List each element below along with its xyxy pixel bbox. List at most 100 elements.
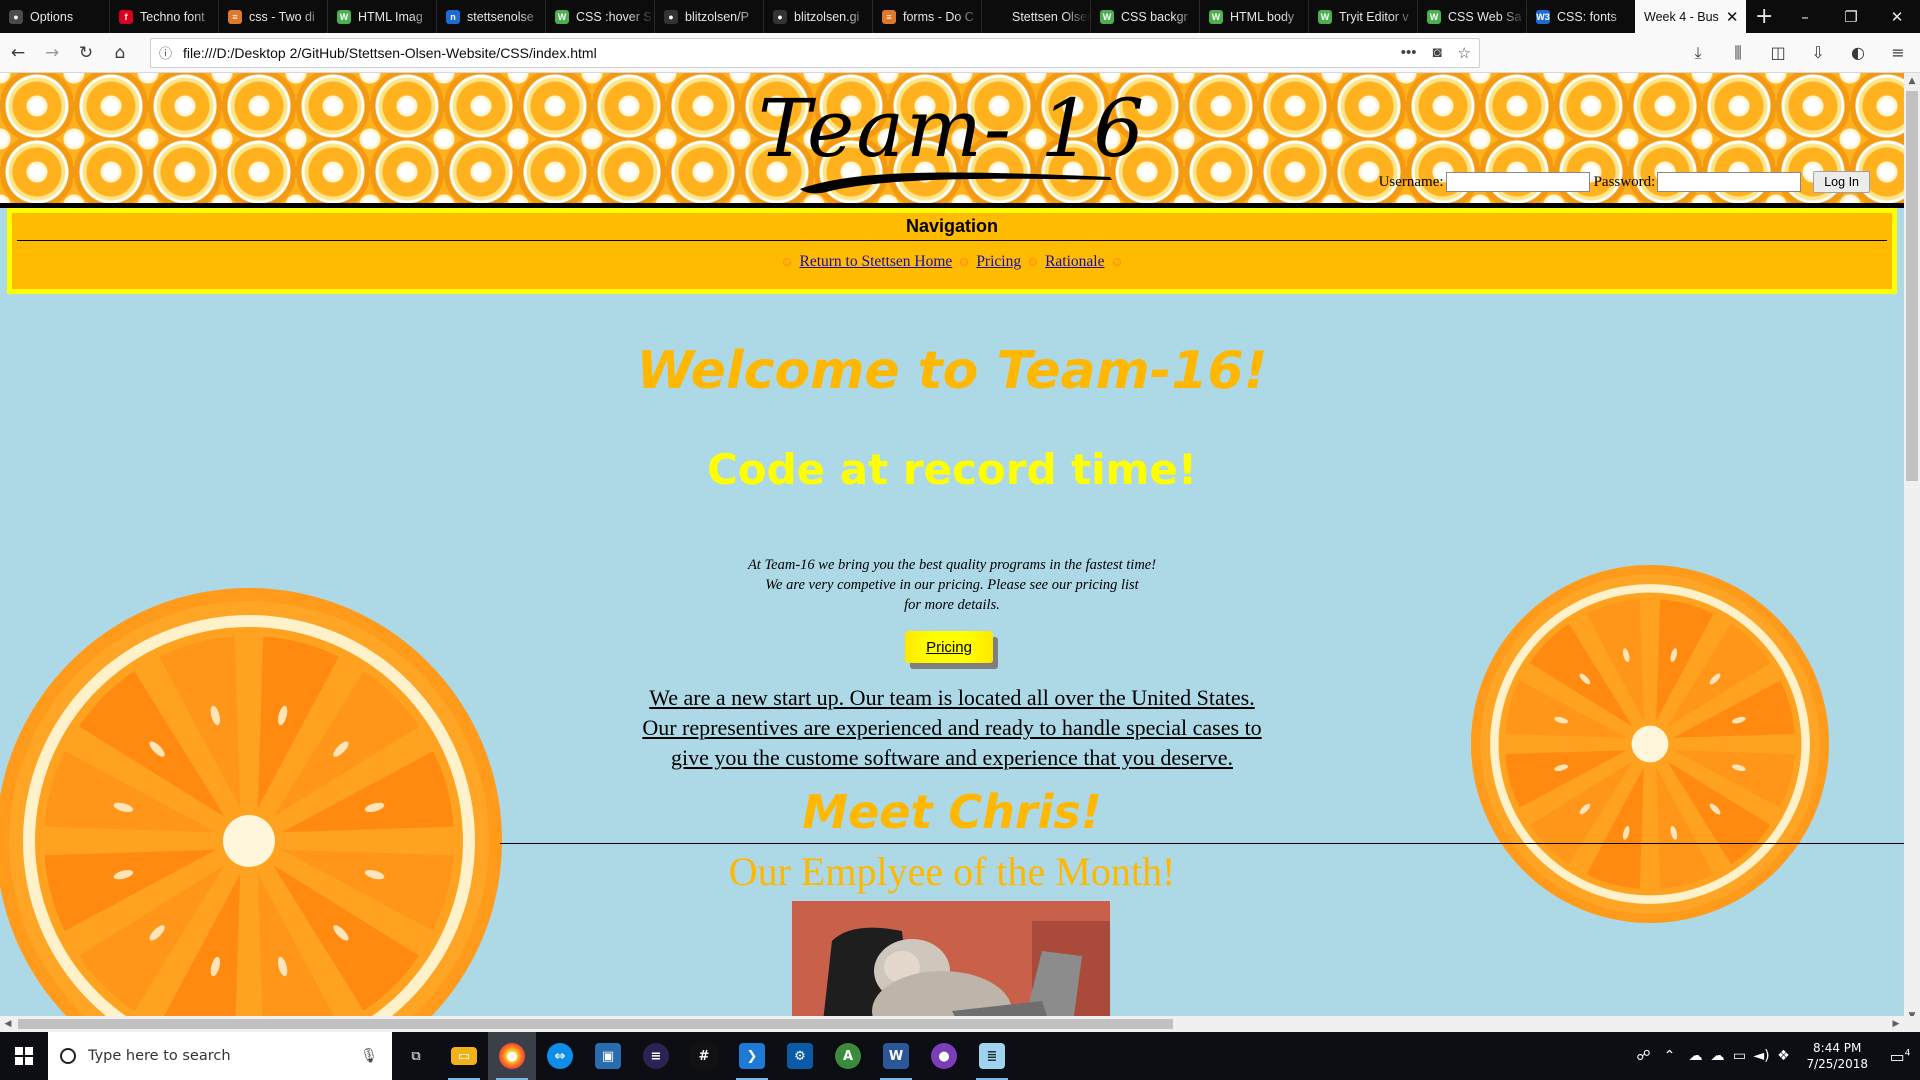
- tray-expand-icon[interactable]: ⌃: [1654, 1048, 1684, 1064]
- browser-tab[interactable]: ≡ css - Two di: [218, 0, 327, 33]
- action-center-icon[interactable]: ▭4: [1880, 1047, 1920, 1066]
- tab-favicon-icon: ●: [773, 9, 787, 24]
- browser-tab[interactable]: n stettsenolse: [436, 0, 545, 33]
- microphone-icon[interactable]: 🎙: [360, 1048, 378, 1064]
- horizontal-scrollbar[interactable]: ◀ ▶: [0, 1016, 1904, 1032]
- meet-heading: Meet Chris!: [802, 785, 1102, 839]
- browser-tab[interactable]: W HTML body: [1199, 0, 1308, 33]
- dropbox-icon[interactable]: ❖: [1772, 1048, 1794, 1064]
- url-text[interactable]: file:///D:/Desktop 2/GitHub/Stettsen-Ols…: [183, 45, 1401, 61]
- windows-start-icon[interactable]: [0, 1032, 48, 1080]
- address-bar[interactable]: ⓘ file:///D:/Desktop 2/GitHub/Stettsen-O…: [150, 37, 1480, 68]
- username-input[interactable]: [1445, 172, 1590, 192]
- browser-tab[interactable]: Stettsen Olsen -: [981, 0, 1090, 33]
- scroll-right-icon[interactable]: ▶: [1888, 1016, 1904, 1032]
- volume-icon[interactable]: ◄): [1750, 1048, 1772, 1064]
- vscode-icon[interactable]: ❯: [728, 1032, 776, 1080]
- menu-icon[interactable]: ≡: [1882, 37, 1914, 69]
- back-arrow-icon[interactable]: ←: [2, 37, 34, 69]
- bookmark-star-icon[interactable]: ☆: [1458, 44, 1471, 62]
- pocket-icon[interactable]: ◙: [1432, 44, 1441, 62]
- settings-app-icon[interactable]: ⚙: [776, 1032, 824, 1080]
- vertical-scrollbar[interactable]: ▲ ▼: [1904, 73, 1920, 1024]
- welcome-heading: Welcome to Team-16!: [636, 341, 1268, 401]
- browser-tab-strip: ● Options f Techno font ≡ css - Two di W HTML I…: [0, 0, 1920, 33]
- nav-link-pricing[interactable]: Pricing: [976, 253, 1021, 271]
- tab-label: CSS: fonts: [1557, 9, 1617, 24]
- browser-tab[interactable]: f Techno font: [109, 0, 218, 33]
- username-label: Username:: [1378, 173, 1444, 190]
- minimize-icon[interactable]: –: [1782, 0, 1828, 33]
- info-icon[interactable]: ⓘ: [159, 43, 183, 62]
- browser-tab[interactable]: ● Options: [0, 0, 109, 33]
- page-actions-icon[interactable]: •••: [1401, 44, 1417, 62]
- browser-tab[interactable]: ● blitzolsen.gi: [763, 0, 872, 33]
- media-app-icon[interactable]: ●: [920, 1032, 968, 1080]
- intro-line: We are very competive in our pricing. Pl…: [765, 577, 1139, 593]
- downloads-icon[interactable]: ⤓: [1682, 37, 1714, 69]
- android-studio-icon[interactable]: A: [824, 1032, 872, 1080]
- reload-icon[interactable]: ↻: [70, 37, 102, 69]
- browser-tab[interactable]: W CSS backgr: [1090, 0, 1199, 33]
- tab-favicon-icon: n: [446, 9, 460, 24]
- pricing-button[interactable]: Pricing: [905, 631, 993, 663]
- taskbar-clock[interactable]: 8:44 PM 7/25/2018: [1806, 1040, 1868, 1072]
- nav-link-rationale[interactable]: Rationale: [1045, 253, 1104, 271]
- scroll-up-icon[interactable]: ▲: [1904, 73, 1920, 89]
- login-form: Username: Password: Log In: [1379, 171, 1870, 193]
- library-icon[interactable]: ⫼: [1722, 37, 1754, 69]
- file-explorer-icon[interactable]: ▭: [440, 1032, 488, 1080]
- horizontal-scroll-thumb[interactable]: [18, 1019, 1173, 1029]
- slack-icon[interactable]: #: [680, 1032, 728, 1080]
- search-placeholder: Type here to search: [88, 1048, 231, 1064]
- close-window-icon[interactable]: ✕: [1874, 0, 1920, 33]
- login-button[interactable]: Log In: [1813, 171, 1870, 193]
- browser-tab[interactable]: W CSS Web Sa: [1417, 0, 1526, 33]
- word-icon[interactable]: W: [872, 1032, 920, 1080]
- windows-taskbar: Type here to search 🎙 ⧉ ▭ ● ⇔ ▣ ≡ # ❯ ⚙ …: [0, 1032, 1920, 1080]
- virtualbox-icon[interactable]: ▣: [584, 1032, 632, 1080]
- new-tab-button[interactable]: +: [1746, 0, 1782, 33]
- about-line: give you the custome software and experi…: [670, 745, 1233, 770]
- cloud-icon[interactable]: ☁: [1706, 1048, 1728, 1064]
- tab-favicon-icon: W: [1100, 9, 1114, 24]
- sidebar-icon[interactable]: ◫: [1762, 37, 1794, 69]
- eclipse-icon[interactable]: ≡: [632, 1032, 680, 1080]
- tab-favicon-icon: f: [119, 9, 133, 24]
- download-arrow-icon[interactable]: ⇩: [1802, 37, 1834, 69]
- taskbar-search-box[interactable]: Type here to search 🎙: [48, 1032, 392, 1080]
- browser-tab[interactable]: W HTML Imag: [327, 0, 436, 33]
- tab-favicon-icon: W3: [1536, 9, 1550, 24]
- notepad-icon[interactable]: ≣: [968, 1032, 1016, 1080]
- onedrive-icon[interactable]: ☁: [1684, 1048, 1706, 1064]
- teamviewer-icon[interactable]: ⇔: [536, 1032, 584, 1080]
- home-icon[interactable]: ⌂: [104, 37, 136, 69]
- tab-favicon-icon: ●: [664, 9, 678, 24]
- nav-link-home[interactable]: Return to Stettsen Home: [799, 253, 952, 271]
- browser-tab[interactable]: W3 CSS: fonts: [1526, 0, 1635, 33]
- browser-tab[interactable]: ● blitzolsen/P: [654, 0, 763, 33]
- browser-tab[interactable]: W CSS :hover S: [545, 0, 654, 33]
- extension-icon[interactable]: ◐: [1842, 37, 1874, 69]
- task-view-icon[interactable]: ⧉: [392, 1032, 440, 1080]
- close-tab-icon[interactable]: ✕: [1726, 8, 1739, 26]
- firefox-icon[interactable]: ●: [488, 1032, 536, 1080]
- tab-favicon-icon: ≡: [882, 9, 896, 24]
- vertical-scroll-thumb[interactable]: [1906, 91, 1918, 481]
- restore-icon[interactable]: ❐: [1828, 0, 1874, 33]
- tab-favicon-icon: W: [337, 9, 351, 24]
- tab-active[interactable]: Week 4 - Bus ✕: [1635, 0, 1747, 33]
- browser-tab[interactable]: ≡ forms - Do C: [872, 0, 981, 33]
- system-tray: ☍ ⌃ ☁ ☁ ▭ ◄) ❖ 8:44 PM 7/25/2018 ▭4: [1632, 1032, 1920, 1080]
- network-icon[interactable]: ▭: [1728, 1048, 1750, 1064]
- browser-tab[interactable]: W Tryit Editor v: [1308, 0, 1417, 33]
- intro-line: for more details.: [904, 597, 1000, 613]
- tab-favicon-icon: ≡: [228, 9, 242, 24]
- password-input[interactable]: [1657, 172, 1802, 192]
- scroll-left-icon[interactable]: ◀: [0, 1016, 16, 1032]
- people-icon[interactable]: ☍: [1632, 1048, 1654, 1064]
- forward-arrow-icon[interactable]: →: [36, 37, 68, 69]
- cortana-icon: [60, 1048, 76, 1064]
- nav-bullet-icon: [1112, 258, 1121, 266]
- intro-line: At Team-16 we bring you the best quality…: [747, 557, 1157, 573]
